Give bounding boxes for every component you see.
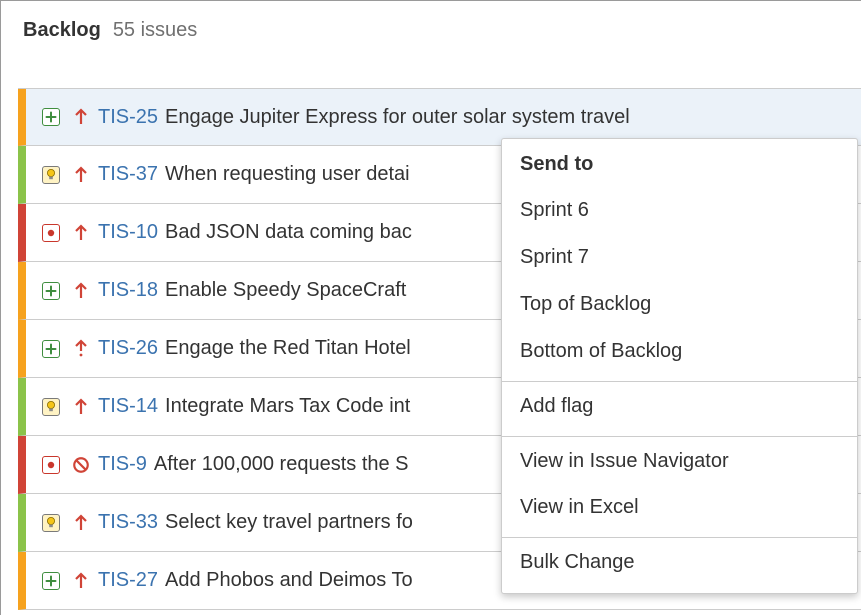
blocker-priority-icon — [72, 454, 90, 476]
issue-summary: Integrate Mars Tax Code int — [165, 395, 411, 417]
backlog-title[interactable]: Backlog — [23, 19, 101, 42]
major-priority-icon — [72, 570, 90, 592]
view-in-issue-navigator-item[interactable]: View in Issue Navigator — [520, 450, 729, 473]
menu-divider — [502, 436, 857, 437]
improvement-type-icon — [42, 165, 60, 184]
issue-summary: When requesting user detai — [165, 163, 410, 185]
menu-divider — [502, 537, 857, 538]
issue-summary: Select key travel partners fo — [165, 511, 413, 533]
major-priority-icon — [72, 164, 90, 186]
bulk-change-item[interactable]: Bulk Change — [520, 551, 635, 574]
story-type-icon — [42, 571, 60, 590]
backlog-panel: Backlog 55 issues TIS-25 Engage Jupiter E… — [0, 0, 861, 615]
issue-key-link[interactable]: TIS-27 — [98, 569, 158, 592]
issue-key-link[interactable]: TIS-25 — [98, 106, 158, 129]
issue-key-link[interactable]: TIS-26 — [98, 337, 158, 360]
issue-count: 55 issues — [112, 19, 198, 41]
major-priority-icon — [72, 396, 90, 418]
issue-key-link[interactable]: TIS-33 — [98, 511, 158, 534]
issue-key-link[interactable]: TIS-10 — [98, 221, 158, 244]
story-type-icon — [42, 108, 60, 126]
major-priority-icon — [72, 512, 90, 534]
critical-priority-icon — [72, 338, 90, 360]
send-to-sprint-6[interactable]: Sprint 6 — [520, 199, 589, 222]
improvement-type-icon — [42, 513, 60, 532]
backlog-header: Backlog 55 issues — [23, 19, 197, 49]
context-menu: Send to Sprint 6 Sprint 7 Top of Backlog… — [501, 138, 858, 594]
add-flag-item[interactable]: Add flag — [520, 395, 593, 418]
bug-type-icon — [42, 223, 60, 242]
send-to-sprint-7[interactable]: Sprint 7 — [520, 246, 589, 269]
improvement-type-icon — [42, 397, 60, 416]
story-type-icon — [42, 281, 60, 300]
issue-summary: Enable Speedy SpaceCraft — [165, 279, 407, 301]
issue-key-link[interactable]: TIS-18 — [98, 279, 158, 302]
issue-summary: Engage Jupiter Express for outer solar s… — [165, 105, 630, 128]
issue-key-link[interactable]: TIS-37 — [98, 163, 158, 186]
view-in-excel-item[interactable]: View in Excel — [520, 496, 639, 519]
story-type-icon — [42, 339, 60, 358]
issue-summary: Engage the Red Titan Hotel — [165, 337, 411, 359]
issue-key-link[interactable]: TIS-9 — [98, 453, 147, 476]
major-priority-icon — [72, 106, 90, 128]
issue-summary: Add Phobos and Deimos To — [165, 569, 413, 591]
send-to-heading: Send to — [520, 153, 594, 175]
menu-divider — [502, 381, 857, 382]
send-to-top-of-backlog[interactable]: Top of Backlog — [520, 293, 651, 316]
major-priority-icon — [72, 280, 90, 302]
major-priority-icon — [72, 222, 90, 244]
bug-type-icon — [42, 455, 60, 474]
issue-summary: After 100,000 requests the S — [153, 453, 409, 475]
issue-key-link[interactable]: TIS-14 — [98, 395, 158, 418]
send-to-bottom-of-backlog[interactable]: Bottom of Backlog — [520, 340, 682, 363]
issue-summary: Bad JSON data coming bac — [165, 221, 412, 243]
